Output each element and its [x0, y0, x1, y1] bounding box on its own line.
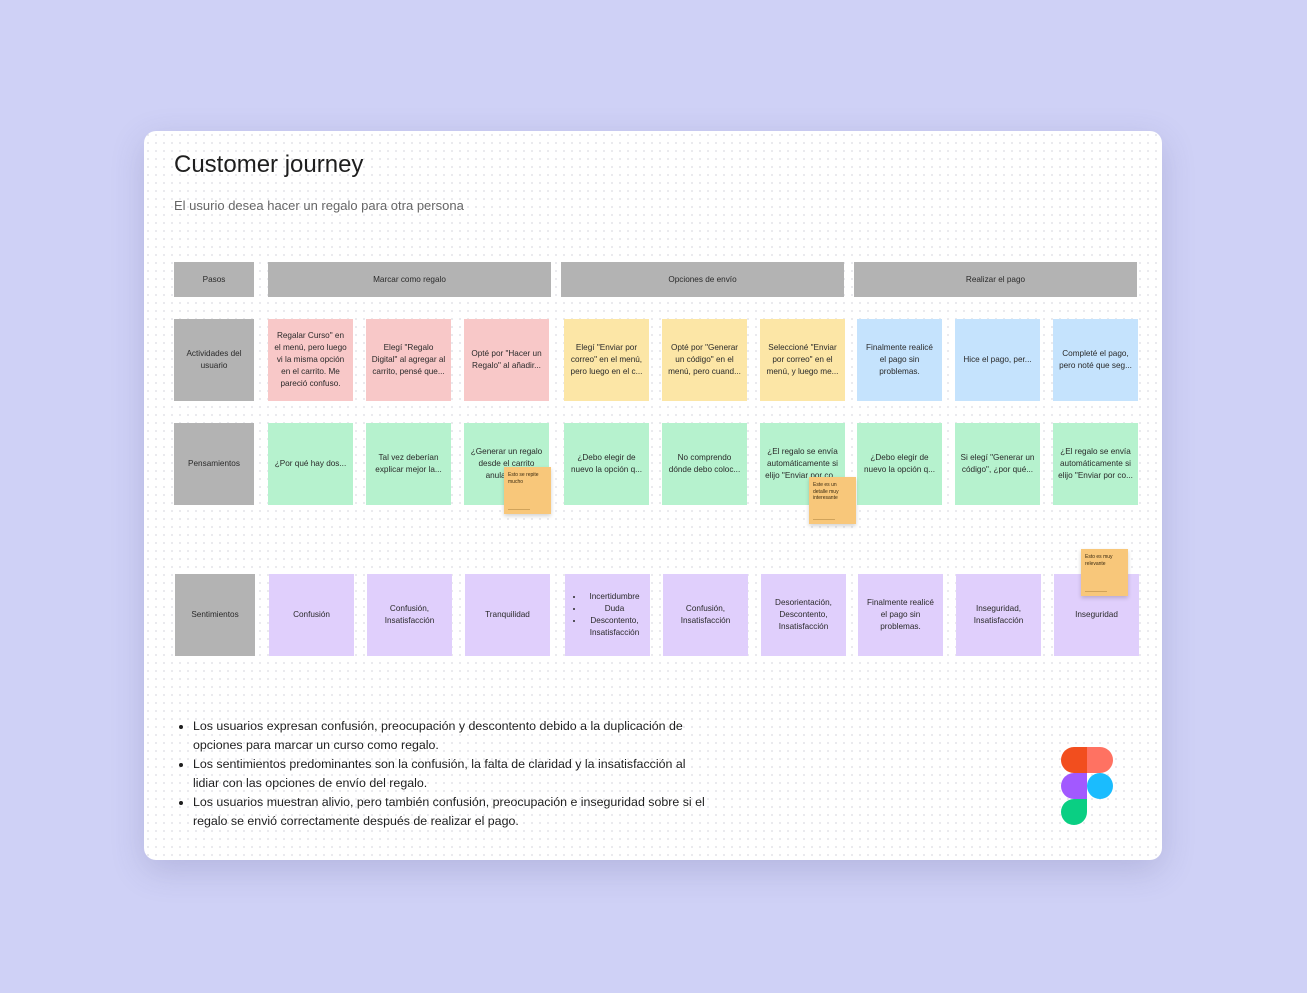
- sticky-sentimiento[interactable]: Confusión: [269, 574, 354, 656]
- sticky-sentimiento[interactable]: Inseguridad, Insatisfacción: [956, 574, 1041, 656]
- finding-item: Los usuarios muestran alivio, pero tambi…: [193, 793, 713, 831]
- sticky-sentimiento[interactable]: Desorientación, Descontento, Insatisfacc…: [761, 574, 846, 656]
- row-label-pensamientos: Pensamientos: [174, 423, 254, 505]
- row-label-actividades: Actividades del usuario: [174, 319, 254, 401]
- board-subtitle: El usurio desea hacer un regalo para otr…: [174, 198, 464, 213]
- sticky-pensamiento[interactable]: ¿El regalo se envía automáticamente si e…: [1053, 423, 1138, 505]
- note-author-line: [1085, 590, 1107, 592]
- sticky-pensamiento[interactable]: ¿Debo elegir de nuevo la opción q...: [564, 423, 649, 505]
- finding-item: Los usuarios expresan confusión, preocup…: [193, 717, 713, 755]
- comment-sticky-note[interactable]: Este es un detalle muy interesante: [809, 477, 856, 524]
- findings-list: Los usuarios expresan confusión, preocup…: [174, 717, 713, 831]
- stage-header-marcar-regalo: Marcar como regalo: [268, 262, 551, 297]
- sticky-sentimiento[interactable]: Confusión, Insatisfacción: [663, 574, 748, 656]
- sticky-pensamiento[interactable]: ¿Por qué hay dos...: [268, 423, 353, 505]
- sticky-actividad[interactable]: Completé el pago, pero noté que seg...: [1053, 319, 1138, 401]
- sticky-pensamiento[interactable]: No comprendo dónde debo coloc...: [662, 423, 747, 505]
- note-author-line: [508, 508, 530, 510]
- sticky-pensamiento[interactable]: Si elegí "Generar un código", ¿por qué..…: [955, 423, 1040, 505]
- figma-logo-icon: [1061, 747, 1113, 825]
- finding-item: Los sentimientos predominantes son la co…: [193, 755, 713, 793]
- row-label-pasos: Pasos: [174, 262, 254, 297]
- sticky-sentimiento[interactable]: Finalmente realicé el pago sin problemas…: [858, 574, 943, 656]
- sticky-sentimiento[interactable]: Tranquilidad: [465, 574, 550, 656]
- sticky-actividad[interactable]: Opté por "Generar un código" en el menú,…: [662, 319, 747, 401]
- sticky-sentimiento[interactable]: Incertidumbre Duda Descontento, Insatisf…: [565, 574, 650, 656]
- sticky-pensamiento[interactable]: ¿Debo elegir de nuevo la opción q...: [857, 423, 942, 505]
- board-title: Customer journey: [174, 151, 364, 178]
- sticky-actividad[interactable]: Opté por "Hacer un Regalo" al añadir...: [464, 319, 549, 401]
- sticky-actividad[interactable]: Elegí "Enviar por correo" en el menú, pe…: [564, 319, 649, 401]
- comment-sticky-note[interactable]: Esto se repite mucho: [504, 467, 551, 514]
- row-label-sentimientos: Sentimientos: [175, 574, 255, 656]
- comment-sticky-note[interactable]: Esto es muy relevante: [1081, 549, 1128, 596]
- sticky-sentimiento[interactable]: Confusión, Insatisfacción: [367, 574, 452, 656]
- sticky-actividad[interactable]: Regalar Curso" en el menú, pero luego vi…: [268, 319, 353, 401]
- sticky-actividad[interactable]: Elegí "Regalo Digital" al agregar al car…: [366, 319, 451, 401]
- stage-header-realizar-pago: Realizar el pago: [854, 262, 1137, 297]
- sticky-actividad[interactable]: Hice el pago, per...: [955, 319, 1040, 401]
- note-author-line: [813, 518, 835, 520]
- stage-header-opciones-envio: Opciones de envío: [561, 262, 844, 297]
- sentimiento-list: Incertidumbre Duda Descontento, Insatisf…: [570, 591, 645, 639]
- sticky-actividad[interactable]: Finalmente realicé el pago sin problemas…: [857, 319, 942, 401]
- sticky-pensamiento[interactable]: Tal vez deberían explicar mejor la...: [366, 423, 451, 505]
- journey-board: Customer journey El usurio desea hacer u…: [144, 131, 1162, 860]
- sticky-actividad[interactable]: Seleccioné "Enviar por correo" en el men…: [760, 319, 845, 401]
